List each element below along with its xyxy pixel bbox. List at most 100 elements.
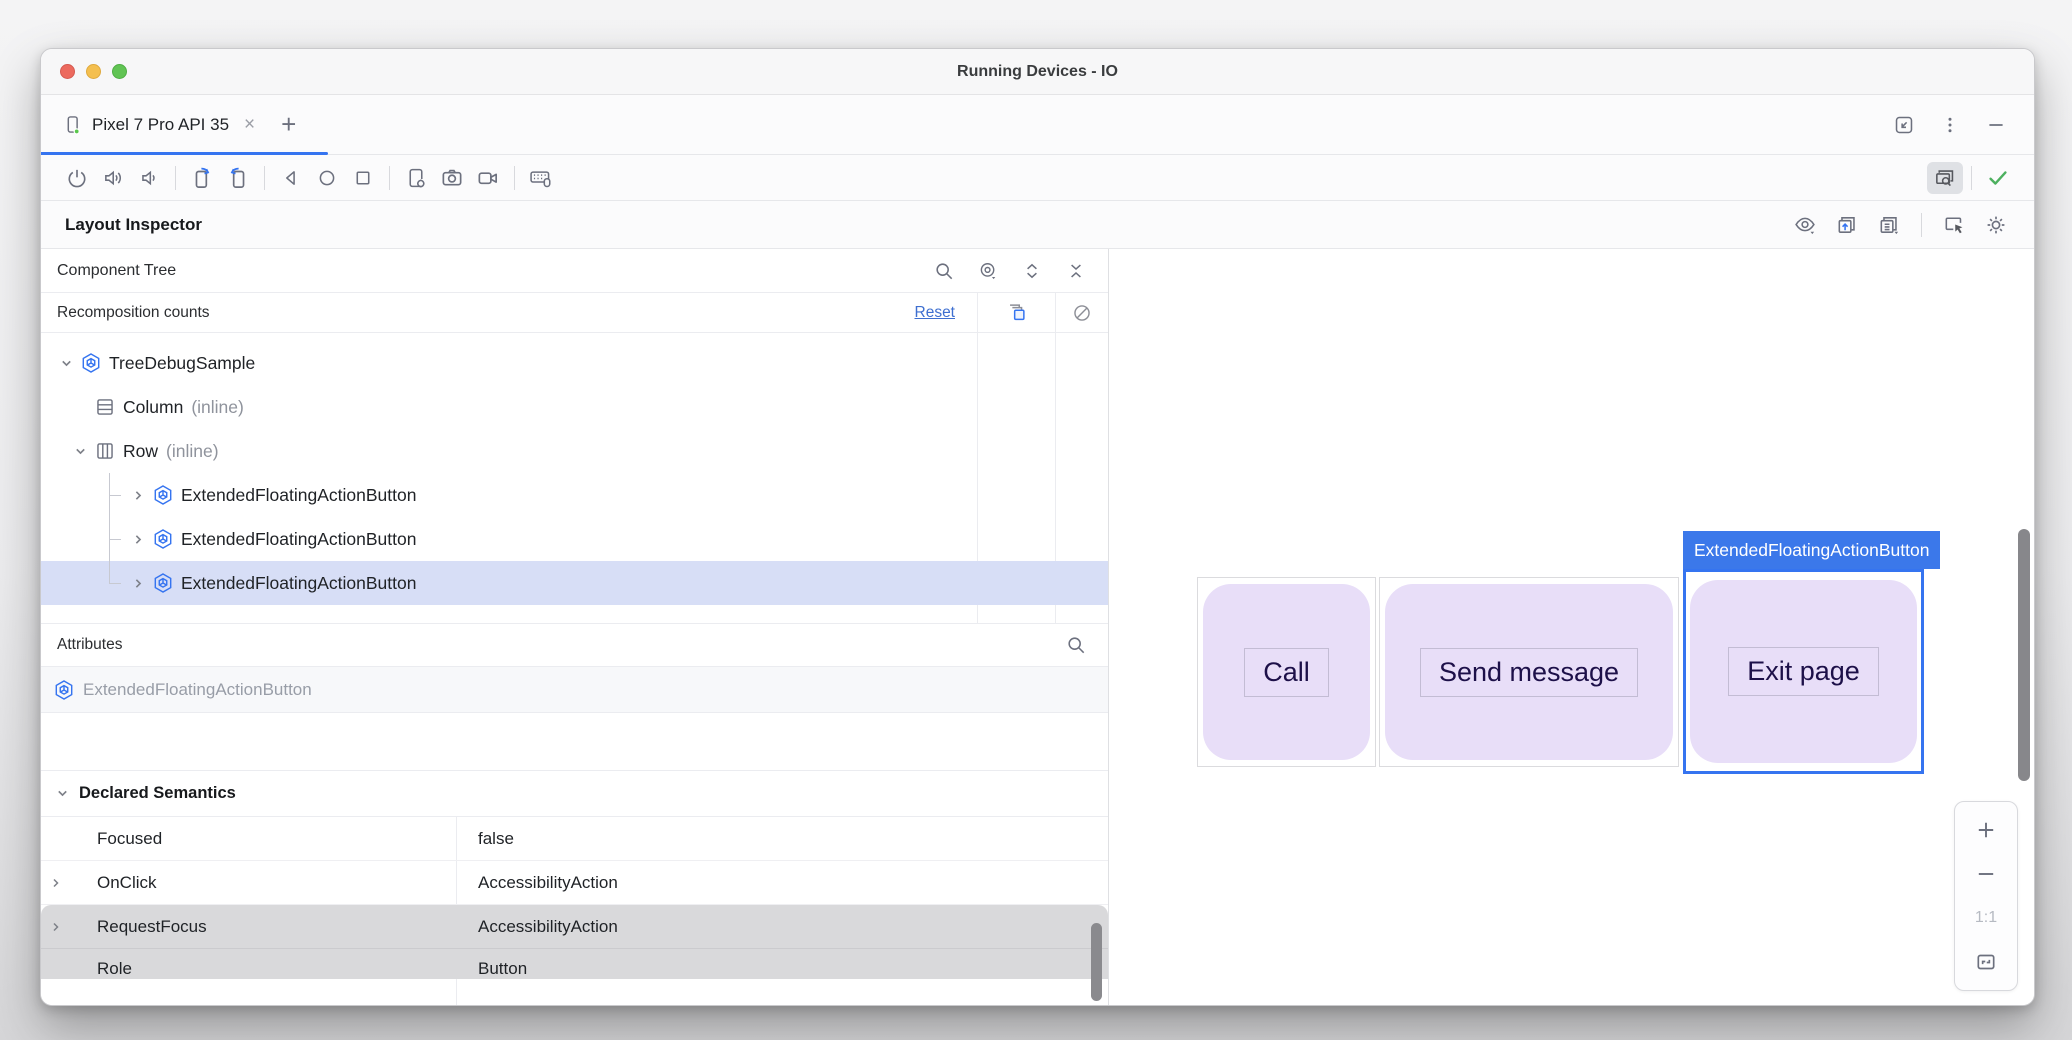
tree-node-column[interactable]: Column (inline) <box>41 385 1108 429</box>
semantics-row-requestfocus[interactable]: RequestFocus AccessibilityAction <box>41 905 1108 949</box>
volume-up-button[interactable] <box>95 162 131 194</box>
home-button[interactable] <box>309 162 345 194</box>
attributes-title: Attributes <box>57 636 122 654</box>
embed-in-editor-button[interactable] <box>1886 109 1922 141</box>
back-button[interactable] <box>273 162 309 194</box>
overview-button[interactable] <box>345 162 381 194</box>
tree-node-efab-1[interactable]: ExtendedFloatingActionButton <box>41 473 1108 517</box>
toggle-layout-inspector-button[interactable] <box>1927 162 1963 194</box>
tree-search-icon[interactable] <box>926 255 962 287</box>
view-options-eye-icon[interactable] <box>1787 209 1823 241</box>
device-button-send-message[interactable]: Send message <box>1385 584 1673 760</box>
layout-bounds-call: Call <box>1197 577 1376 767</box>
highlight-options-icon[interactable] <box>970 255 1006 287</box>
attributes-search-icon[interactable] <box>1058 629 1094 661</box>
layout-bounds-send-message: Send message <box>1379 577 1679 767</box>
device-button-exit-page[interactable]: Exit page <box>1690 580 1917 763</box>
attr-key: OnClick <box>71 873 157 893</box>
compose-node-icon <box>80 352 102 374</box>
chevron-right-icon[interactable] <box>127 575 149 592</box>
tree-node-label: Row <box>123 441 158 462</box>
expand-all-icon[interactable] <box>1014 255 1050 287</box>
device-render-canvas[interactable]: Call Send message ExtendedFloatingAction… <box>1109 249 2034 1005</box>
zoom-controls: 1:1 <box>1954 801 2018 991</box>
select-component-icon[interactable] <box>1936 209 1972 241</box>
attr-value: Button <box>478 959 527 979</box>
semantics-table: Focused false OnClick AccessibilityActio… <box>41 817 1108 1005</box>
device-button-label: Send message <box>1420 648 1638 697</box>
hardware-input-button[interactable] <box>523 162 559 194</box>
declared-semantics-title: Declared Semantics <box>79 784 236 803</box>
zoom-ratio-label: 1:1 <box>1975 909 1997 927</box>
zoom-to-fit-button[interactable] <box>1955 940 2017 984</box>
reset-counts-link[interactable]: Reset <box>915 304 956 322</box>
rotate-left-button[interactable] <box>184 162 220 194</box>
tree-node-label: ExtendedFloatingActionButton <box>181 485 416 506</box>
semantics-row-role[interactable]: Role Button <box>41 949 1108 979</box>
confirm-check-icon[interactable] <box>1980 162 2016 194</box>
device-button-call[interactable]: Call <box>1203 584 1370 760</box>
component-tree-panel: Component Tree <box>41 249 1109 1005</box>
device-tab-bar: Pixel 7 Pro API 35 × + <box>41 95 2034 155</box>
tree-node-label: ExtendedFloatingActionButton <box>181 529 416 550</box>
attr-value: false <box>478 829 514 849</box>
add-tab-button[interactable]: + <box>281 109 296 140</box>
semantics-row-onclick[interactable]: OnClick AccessibilityAction <box>41 861 1108 905</box>
chevron-right-icon[interactable] <box>41 919 71 935</box>
tree-node-label: ExtendedFloatingActionButton <box>181 573 416 594</box>
row-layout-icon <box>94 440 116 462</box>
zoom-in-button[interactable] <box>1955 808 2017 852</box>
tree-node-row[interactable]: Row (inline) <box>41 429 1108 473</box>
hide-skipped-icon[interactable] <box>1071 302 1093 324</box>
show-recomposition-counts-icon[interactable] <box>1005 301 1028 324</box>
phone-icon <box>62 114 83 135</box>
tree-node-efab-2[interactable]: ExtendedFloatingActionButton <box>41 517 1108 561</box>
layers-list-icon[interactable] <box>1871 209 1907 241</box>
semantics-row-focused[interactable]: Focused false <box>41 817 1108 861</box>
tree-node-label: Column <box>123 397 183 418</box>
screenshot-button[interactable] <box>434 162 470 194</box>
chevron-right-icon[interactable] <box>127 487 149 504</box>
chevron-down-icon[interactable] <box>55 355 77 372</box>
canvas-scrollbar-thumb[interactable] <box>2018 529 2030 781</box>
attr-key: Focused <box>41 829 162 849</box>
window-title: Running Devices - IO <box>41 63 2034 81</box>
running-devices-window: Running Devices - IO Pixel 7 Pro API 35 … <box>40 48 2035 1006</box>
settings-gear-icon[interactable] <box>1978 209 2014 241</box>
more-options-icon[interactable] <box>1932 109 1968 141</box>
selected-node-row: ExtendedFloatingActionButton <box>41 667 1108 713</box>
volume-down-button[interactable] <box>131 162 167 194</box>
chevron-right-icon[interactable] <box>41 875 71 891</box>
device-button-label: Exit page <box>1728 647 1879 696</box>
attr-value: AccessibilityAction <box>478 917 618 937</box>
tab-pixel-7-pro[interactable]: Pixel 7 Pro API 35 × <box>41 95 265 154</box>
declared-semantics-header[interactable]: Declared Semantics <box>41 771 1108 817</box>
hide-tool-window-icon[interactable] <box>1978 109 2014 141</box>
record-screen-button[interactable] <box>470 162 506 194</box>
tree-node-label: TreeDebugSample <box>109 353 255 374</box>
active-tab-indicator <box>41 152 328 155</box>
chevron-down-icon[interactable] <box>51 785 73 802</box>
chevron-down-icon[interactable] <box>69 443 91 460</box>
selection-tooltip: ExtendedFloatingActionButton <box>1683 531 1940 569</box>
rotate-right-button[interactable] <box>220 162 256 194</box>
chevron-right-icon[interactable] <box>127 531 149 548</box>
selected-node-label: ExtendedFloatingActionButton <box>83 680 312 700</box>
tree-node-efab-3-selected[interactable]: ExtendedFloatingActionButton <box>41 561 1108 605</box>
recomposition-counts-label: Recomposition counts <box>57 304 210 322</box>
power-button[interactable] <box>59 162 95 194</box>
tree-node-treedebugsample[interactable]: TreeDebugSample <box>41 341 1108 385</box>
component-tree: TreeDebugSample Column (inline) <box>41 333 1108 623</box>
zoom-out-button[interactable] <box>1955 852 2017 896</box>
collapse-all-icon[interactable] <box>1058 255 1094 287</box>
attributes-scrollbar-thumb[interactable] <box>1091 923 1102 1001</box>
inline-suffix: (inline) <box>166 441 219 462</box>
component-tree-title: Component Tree <box>57 262 176 280</box>
tab-close-icon[interactable]: × <box>244 114 255 136</box>
export-snapshot-icon[interactable] <box>1829 209 1865 241</box>
zoom-actual-size-button[interactable]: 1:1 <box>1955 896 2017 940</box>
component-tree-header: Component Tree <box>41 249 1108 293</box>
column-layout-icon <box>94 396 116 418</box>
device-settings-button[interactable] <box>398 162 434 194</box>
compose-node-icon <box>152 484 174 506</box>
